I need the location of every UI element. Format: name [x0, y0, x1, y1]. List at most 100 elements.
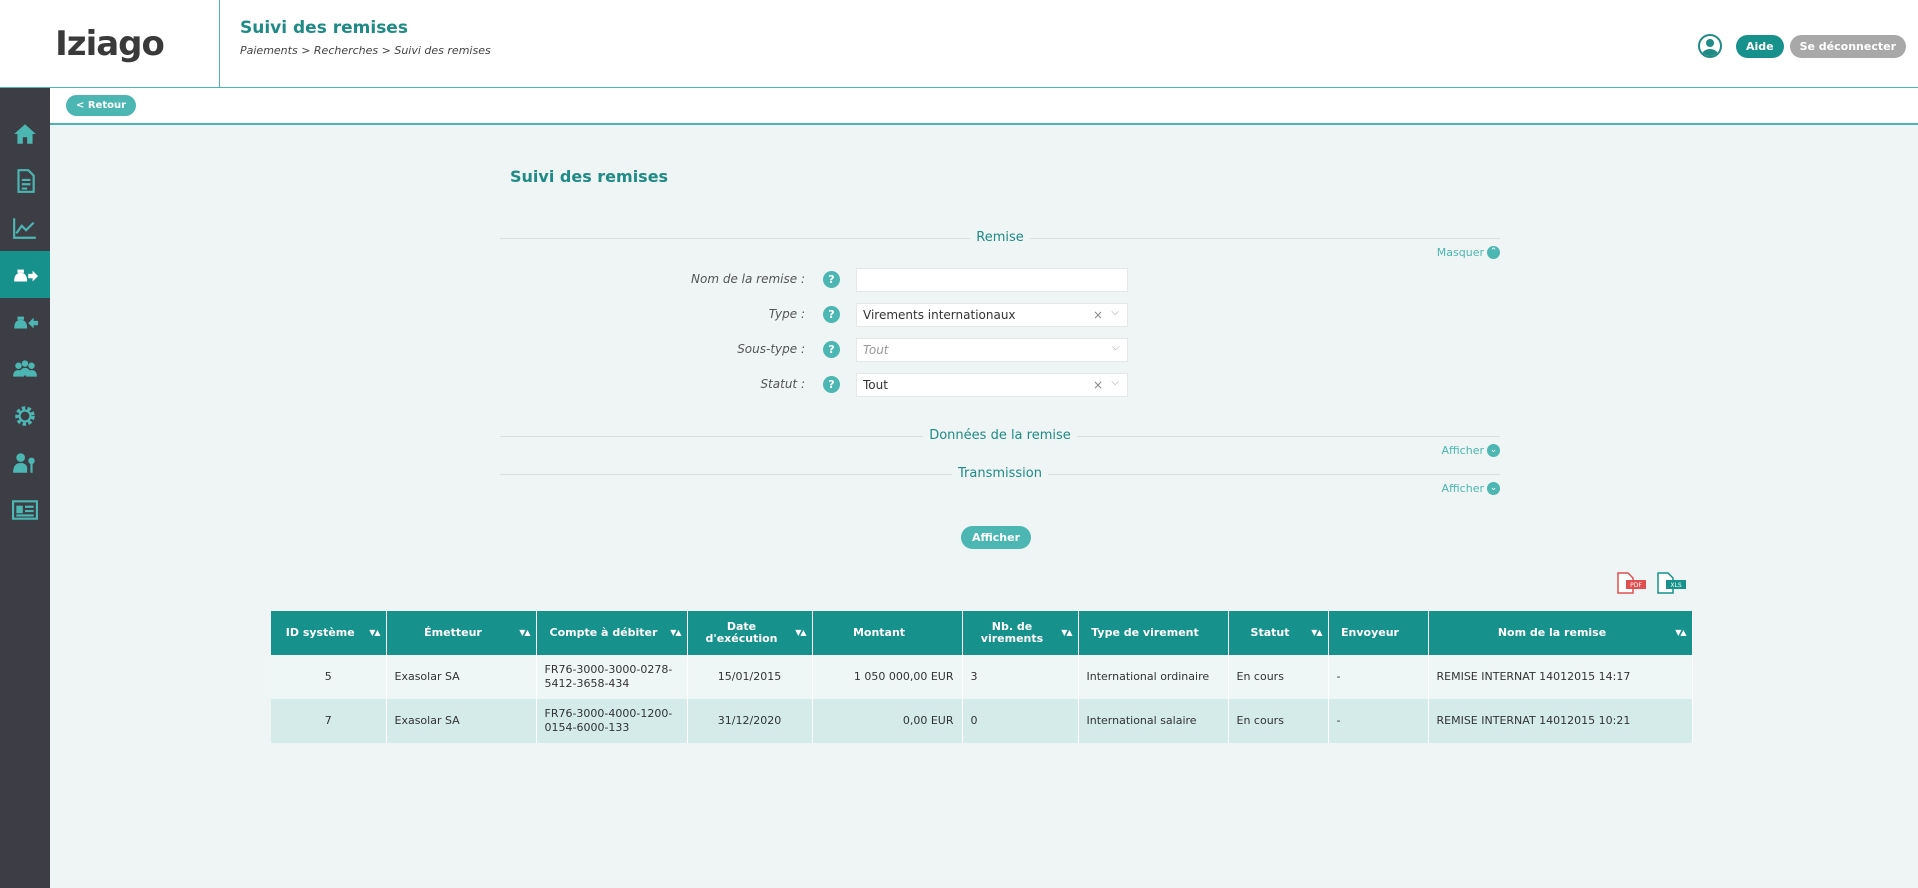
- statut-label: Statut :: [760, 377, 805, 391]
- type-select[interactable]: Virements internationaux × ⌵: [856, 303, 1128, 327]
- form-row-type: Type : ? Virements internationaux × ⌵: [500, 303, 1180, 327]
- col-nb[interactable]: Nb. de virements ▼▲: [962, 611, 1079, 655]
- cell-envoyeur: -: [1328, 655, 1429, 699]
- logout-button[interactable]: Se déconnecter: [1789, 34, 1906, 58]
- logo: Iziago: [55, 24, 165, 64]
- form-row-soustype: Sous-type : ? Tout ⌵: [500, 338, 1180, 362]
- pdf-export-icon[interactable]: PDF: [1614, 572, 1648, 594]
- col-label: Date d'exécution: [705, 620, 778, 645]
- col-envoyeur: Envoyeur: [1328, 611, 1429, 655]
- cell-date: 31/12/2020: [687, 699, 813, 743]
- col-date[interactable]: Date d'exécution ▼▲: [687, 611, 813, 655]
- col-nom[interactable]: Nom de la remise ▼▲: [1428, 611, 1693, 655]
- cell-statut: En cours: [1228, 655, 1329, 699]
- sort-icon[interactable]: ▼▲: [670, 627, 681, 639]
- col-label: Statut: [1250, 626, 1290, 639]
- col-label: Émetteur: [424, 626, 482, 639]
- breadcrumb: Paiements > Recherches > Suivi des remis…: [240, 44, 491, 57]
- toggle-label: Afficher: [1441, 482, 1484, 495]
- sort-icon[interactable]: ▼▲: [519, 627, 530, 639]
- help-icon[interactable]: ?: [823, 376, 840, 393]
- chevron-up-icon: ⌃: [1487, 246, 1500, 259]
- col-label: Envoyeur: [1341, 626, 1399, 639]
- section-title: Suivi des remises: [510, 167, 669, 186]
- type-value: Virements internationaux: [863, 308, 1016, 322]
- section-donnees-label: Données de la remise: [923, 428, 1077, 443]
- col-label: Type de virement: [1091, 626, 1199, 639]
- xls-export-icon[interactable]: XLS: [1654, 572, 1688, 594]
- soustype-placeholder: Tout: [863, 343, 889, 357]
- show-results-button[interactable]: Afficher: [961, 526, 1032, 549]
- nom-input[interactable]: [856, 268, 1128, 292]
- cell-type: International salaire: [1078, 699, 1229, 743]
- section-transmission-label: Transmission: [952, 466, 1048, 481]
- col-label: Compte à débiter: [549, 626, 658, 639]
- col-montant: Montant: [812, 611, 963, 655]
- sidebar-item-user-access[interactable]: [0, 439, 50, 486]
- results-table: ID système ▼▲ Émetteur ▼▲ Compte à débiter…: [271, 611, 1693, 743]
- cell-montant: 1 050 000,00 EUR: [812, 655, 963, 699]
- col-type: Type de virement: [1078, 611, 1229, 655]
- section-donnees: Données de la remise: [500, 428, 1500, 443]
- user-avatar-icon[interactable]: [1697, 34, 1722, 58]
- sort-icon[interactable]: ▼▲: [369, 627, 380, 639]
- help-icon[interactable]: ?: [823, 341, 840, 358]
- soustype-label: Sous-type :: [737, 342, 805, 356]
- cell-type: International ordinaire: [1078, 655, 1229, 699]
- help-button[interactable]: Aide: [1735, 34, 1784, 58]
- sort-icon[interactable]: ▼▲: [795, 627, 806, 639]
- sidebar-item-users[interactable]: [0, 345, 50, 392]
- remise-hide-toggle[interactable]: Masquer ⌃: [1437, 246, 1500, 259]
- sidebar-item-settings[interactable]: [0, 392, 50, 439]
- clear-icon[interactable]: ×: [1093, 378, 1103, 392]
- table-row[interactable]: 5 Exasolar SA FR76-3000-3000-0278-5412-3…: [271, 655, 1693, 699]
- sidebar-item-home[interactable]: [0, 110, 50, 157]
- sidebar-item-charts[interactable]: [0, 204, 50, 251]
- xls-label: XLS: [1670, 582, 1681, 589]
- cell-emetteur: Exasolar SA: [386, 655, 537, 699]
- col-emetteur[interactable]: Émetteur ▼▲: [386, 611, 537, 655]
- sidebar-item-outgoing[interactable]: [0, 251, 50, 298]
- document-icon: [17, 168, 35, 193]
- sort-icon[interactable]: ▼▲: [1061, 627, 1072, 639]
- header-actions: Aide Se déconnecter: [1697, 34, 1906, 58]
- chevron-down-icon: ⌵: [1111, 342, 1119, 353]
- sidebar-item-incoming[interactable]: [0, 298, 50, 345]
- cell-nom: REMISE INTERNAT 14012015 14:17: [1428, 655, 1693, 699]
- col-label: Montant: [852, 626, 906, 639]
- chevron-down-icon: ⌄: [1487, 444, 1500, 457]
- help-icon[interactable]: ?: [823, 306, 840, 323]
- section-remise-label: Remise: [970, 230, 1030, 245]
- sidebar-item-id-card[interactable]: [0, 486, 50, 533]
- col-id[interactable]: ID système ▼▲: [271, 611, 387, 655]
- cell-compte: FR76-3000-3000-0278-5412-3658-434: [536, 655, 688, 699]
- id-card-icon: [12, 499, 38, 520]
- col-label: ID système: [285, 626, 355, 639]
- cell-compte: FR76-3000-4000-1200-0154-6000-133: [536, 699, 688, 743]
- toggle-label: Afficher: [1441, 444, 1484, 457]
- cell-id: 7: [271, 699, 387, 743]
- sort-icon[interactable]: ▼▲: [1311, 627, 1322, 639]
- col-compte[interactable]: Compte à débiter ▼▲: [536, 611, 688, 655]
- statut-select[interactable]: Tout × ⌵: [856, 373, 1128, 397]
- sort-icon[interactable]: ▼▲: [1675, 627, 1686, 639]
- app-header: Iziago Suivi des remises Paiements > Rec…: [0, 0, 1918, 88]
- table-row[interactable]: 7 Exasolar SA FR76-3000-4000-1200-0154-6…: [271, 699, 1693, 743]
- transmission-show-toggle[interactable]: Afficher ⌄: [1442, 482, 1500, 495]
- section-transmission: Transmission: [500, 466, 1500, 481]
- logo-area[interactable]: Iziago: [0, 0, 220, 88]
- users-icon: [13, 359, 37, 377]
- help-icon[interactable]: ?: [823, 271, 840, 288]
- col-statut[interactable]: Statut ▼▲: [1228, 611, 1329, 655]
- clear-icon[interactable]: ×: [1093, 308, 1103, 322]
- main-content: Suivi des remises Remise Masquer ⌃ Nom de…: [50, 127, 1918, 888]
- donnees-show-toggle[interactable]: Afficher ⌄: [1442, 444, 1500, 457]
- cell-envoyeur: -: [1328, 699, 1429, 743]
- chevron-down-icon: ⌄: [1487, 482, 1500, 495]
- sidebar: [0, 88, 50, 888]
- soustype-select[interactable]: Tout ⌵: [856, 338, 1128, 362]
- sidebar-item-documents[interactable]: [0, 157, 50, 204]
- back-button[interactable]: < Retour: [66, 95, 137, 116]
- form-row-statut: Statut : ? Tout × ⌵: [500, 373, 1180, 397]
- col-label: Nom de la remise: [1497, 626, 1607, 639]
